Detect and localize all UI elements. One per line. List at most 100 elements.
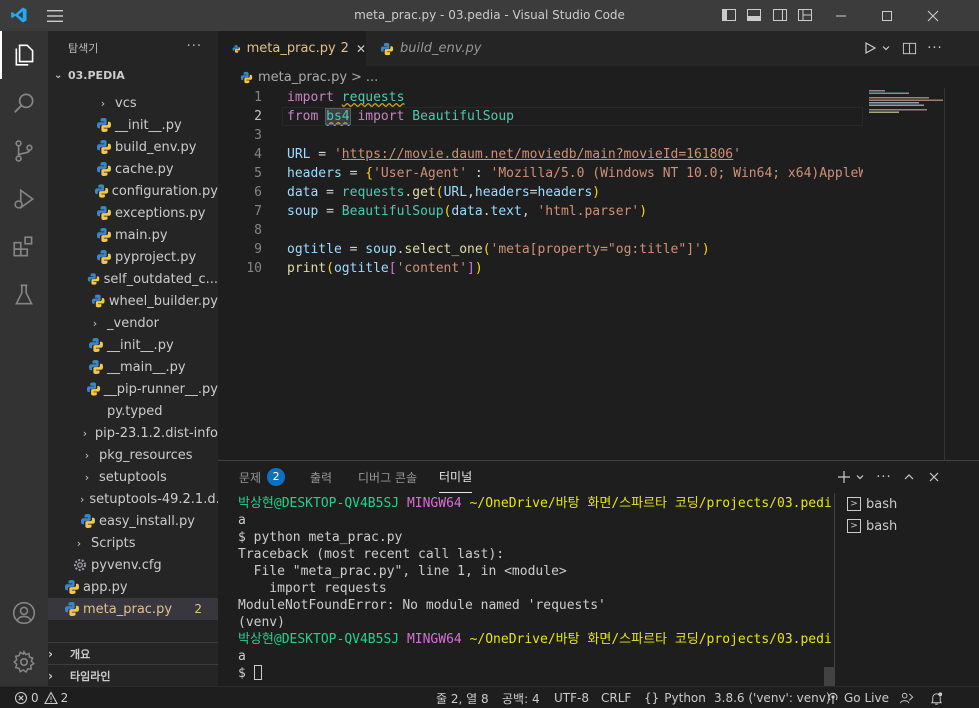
terminal-profile-chevron-icon[interactable]: [852, 469, 868, 485]
explorer-icon[interactable]: [0, 31, 48, 79]
tree-folder[interactable]: › vcs: [48, 92, 218, 114]
maximize-button[interactable]: [864, 0, 910, 31]
terminal-instance-bash[interactable]: > bash: [835, 493, 979, 515]
settings-gear-icon[interactable]: [0, 638, 48, 686]
python-file-icon: [65, 602, 79, 616]
tab-terminal[interactable]: 터미널: [439, 461, 473, 493]
panel-more-actions-icon[interactable]: ···: [876, 469, 892, 485]
toggle-secondary-sidebar-icon[interactable]: [772, 7, 788, 23]
editor-more-actions-icon[interactable]: ···: [926, 39, 944, 57]
close-panel-icon[interactable]: [926, 469, 942, 485]
tree-file[interactable]: pyvenv.cfg: [48, 554, 218, 576]
tree-file[interactable]: self_outdated_c...: [48, 268, 218, 290]
tab-output[interactable]: 출력: [310, 461, 332, 493]
terminal-instance-bash[interactable]: > bash: [835, 515, 979, 537]
terminal-output[interactable]: 박상현@DESKTOP-QV4B5SJ MINGW64 ~/OneDrive/바…: [238, 495, 832, 682]
customize-layout-icon[interactable]: [797, 7, 813, 23]
tree-file[interactable]: __init__.py: [48, 334, 218, 356]
breadcrumb-file[interactable]: meta_prac.py: [258, 70, 347, 85]
tree-item-label: pip-23.1.2.dist-info: [94, 425, 218, 441]
tab-debug-console[interactable]: 디버그 콘솔: [358, 461, 417, 493]
go-live-button[interactable]: Go Live: [826, 690, 889, 706]
warning-count: 2: [60, 691, 69, 705]
tree-file[interactable]: wheel_builder.py: [48, 290, 218, 312]
breadcrumb-symbols[interactable]: ...: [366, 70, 378, 85]
code-token: 'content': [396, 261, 468, 276]
editor-vertical-scrollbar[interactable]: [944, 88, 958, 460]
run-debug-icon[interactable]: [0, 175, 48, 223]
split-editor-icon[interactable]: [900, 39, 918, 57]
tree-item-label: __init__.py: [115, 117, 182, 133]
extensions-icon[interactable]: [0, 223, 48, 271]
terminal-prompt-env: MINGW64: [406, 496, 462, 511]
tree-file[interactable]: easy_install.py: [48, 510, 218, 532]
tree-file[interactable]: app.py: [48, 576, 218, 598]
timeline-section[interactable]: › 타임라인: [48, 664, 218, 686]
tree-file[interactable]: configuration.py: [48, 180, 218, 202]
tab-meta-prac[interactable]: meta_prac.py 2 ✕: [218, 31, 366, 66]
tree-file[interactable]: pyproject.py: [48, 246, 218, 268]
tree-file[interactable]: build_env.py: [48, 136, 218, 158]
tree-folder[interactable]: › pip-23.1.2.dist-info: [48, 422, 218, 444]
terminal-scrollbar[interactable]: [824, 667, 834, 687]
tree-file[interactable]: __main__.py: [48, 356, 218, 378]
outline-section[interactable]: › 개요: [48, 642, 218, 664]
accounts-icon[interactable]: [0, 589, 48, 637]
line-ending[interactable]: CRLF: [601, 690, 631, 706]
source-control-icon[interactable]: [0, 127, 48, 175]
tree-folder[interactable]: › Scripts: [48, 532, 218, 554]
code-token: data: [451, 204, 483, 219]
code-editor[interactable]: 1 2 3 4 5 6 7 8 9 10 import requests from bs4 imp…: [218, 88, 863, 460]
python-file-icon: [97, 228, 111, 242]
notifications-bell-icon[interactable]: [929, 690, 944, 706]
encoding[interactable]: UTF-8: [554, 690, 589, 706]
workspace-folder-name: 03.PEDIA: [68, 68, 125, 82]
terminal-command: $ python meta_prac.py: [238, 530, 403, 545]
language-mode[interactable]: {} Python: [644, 690, 706, 706]
close-window-button[interactable]: [910, 0, 956, 31]
tree-file[interactable]: exceptions.py: [48, 202, 218, 224]
workspace-folder-header[interactable]: ⌄ 03.PEDIA: [48, 64, 218, 86]
problems-status[interactable]: 0 2: [14, 690, 68, 706]
testing-flask-icon[interactable]: [0, 271, 48, 319]
maximize-panel-chevron-up-icon[interactable]: [901, 469, 917, 485]
tree-folder[interactable]: › setuptools: [48, 466, 218, 488]
minimize-button[interactable]: [818, 0, 864, 31]
tree-file[interactable]: main.py: [48, 224, 218, 246]
minimap[interactable]: [863, 88, 943, 460]
python-file-icon: [232, 44, 241, 53]
tree-file[interactable]: __pip-runner__.py: [48, 378, 218, 400]
code-token: 'meta[property="og:title"]': [490, 242, 702, 257]
toggle-panel-icon[interactable]: [746, 7, 762, 23]
tree-folder[interactable]: › setuptools-49.2.1.d...: [48, 488, 218, 510]
code-token: URL: [443, 185, 468, 200]
python-file-icon: [380, 42, 394, 55]
code-url-link[interactable]: https://movie.daum.net/moviedb/main?movi…: [342, 147, 733, 162]
search-icon[interactable]: [0, 79, 48, 127]
new-terminal-plus-icon[interactable]: [836, 469, 852, 485]
tree-file[interactable]: py.typed: [48, 400, 218, 422]
close-tab-icon[interactable]: ✕: [356, 42, 366, 56]
toggle-primary-sidebar-icon[interactable]: [721, 7, 737, 23]
code-token: URL: [287, 147, 311, 162]
tab-problems[interactable]: 문제 2: [239, 461, 286, 493]
terminal-prompt-env: MINGW64: [406, 632, 462, 647]
tree-folder[interactable]: › pkg_resources: [48, 444, 218, 466]
tab-build-env[interactable]: build_env.py: [366, 31, 490, 66]
tree-item-label: __init__.py: [107, 337, 174, 353]
tree-item-label: pyvenv.cfg: [91, 557, 162, 573]
code-token: .: [482, 204, 491, 219]
tree-file[interactable]: __init__.py: [48, 114, 218, 136]
indentation[interactable]: 공백: 4: [502, 690, 540, 706]
tree-folder[interactable]: › _vendor: [48, 312, 218, 334]
tree-file[interactable]: cache.py: [48, 158, 218, 180]
run-options-chevron-icon[interactable]: [877, 39, 895, 57]
chevron-right-icon: ›: [84, 448, 90, 462]
python-interpreter[interactable]: 3.8.6 ('venv': venv): [714, 690, 831, 706]
explorer-more-actions-icon[interactable]: ···: [187, 39, 202, 54]
cursor-position[interactable]: 줄 2, 열 8: [436, 690, 489, 706]
code-token: =: [318, 185, 342, 200]
feedback-icon[interactable]: [899, 690, 914, 706]
tree-file[interactable]: meta_prac.py 2: [48, 598, 218, 620]
terminal-line: import requests: [238, 581, 387, 596]
